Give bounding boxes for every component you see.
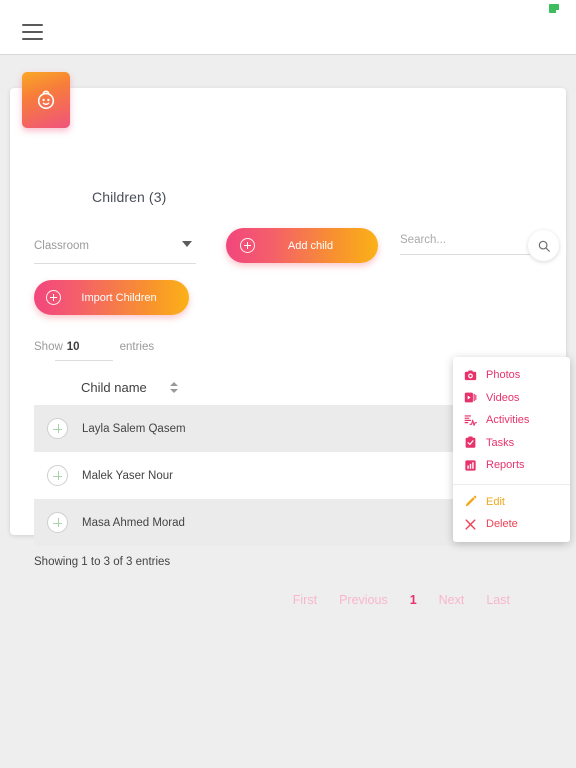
- menu-item-label: Delete: [486, 518, 518, 531]
- hamburger-menu-icon[interactable]: [22, 24, 43, 40]
- row-context-menu: Photos Videos Activities Tasks Reports E…: [453, 357, 570, 542]
- pagination-last[interactable]: Last: [486, 593, 510, 607]
- plus-circle-icon[interactable]: [47, 418, 68, 439]
- menu-item-label: Videos: [486, 391, 520, 404]
- pagination-next[interactable]: Next: [439, 593, 465, 607]
- menu-item-tasks[interactable]: Tasks: [453, 432, 570, 455]
- pagination: First Previous 1 Next Last: [190, 593, 510, 607]
- search-button[interactable]: [528, 230, 559, 261]
- entries-label: entries: [119, 341, 155, 353]
- hamburger-line: [22, 31, 43, 33]
- classroom-select[interactable]: Classroom: [34, 236, 196, 264]
- menu-item-edit[interactable]: Edit: [453, 491, 570, 514]
- avatar: [22, 72, 70, 128]
- plus-circle-icon[interactable]: [47, 512, 68, 533]
- hamburger-line: [22, 38, 43, 40]
- video-play-icon: [464, 391, 477, 404]
- pagination-first[interactable]: First: [293, 593, 317, 607]
- showing-entries-text: Showing 1 to 3 of 3 entries: [34, 556, 171, 568]
- add-child-button-label: Add child: [287, 239, 334, 252]
- page-size-value[interactable]: 10: [67, 341, 80, 353]
- pencil-icon: [464, 495, 477, 508]
- menu-item-delete[interactable]: Delete: [453, 513, 570, 536]
- activities-icon: [464, 414, 477, 427]
- sort-desc-arrow: [170, 389, 178, 393]
- child-name: Layla Salem Qasem: [82, 422, 186, 435]
- menu-item-reports[interactable]: Reports: [453, 454, 570, 477]
- add-child-button[interactable]: Add child: [226, 228, 378, 263]
- status-indicator-chip: [549, 4, 559, 13]
- menu-item-activities[interactable]: Activities: [453, 409, 570, 432]
- import-children-button-label: Import Children: [81, 291, 157, 304]
- column-header-child-name[interactable]: Child name: [81, 380, 147, 395]
- menu-item-label: Edit: [486, 495, 505, 508]
- pagination-previous[interactable]: Previous: [339, 593, 388, 607]
- menu-item-label: Reports: [486, 459, 525, 472]
- menu-item-label: Tasks: [486, 436, 515, 449]
- menu-item-label: Activities: [486, 414, 530, 427]
- show-label: Show: [34, 341, 63, 353]
- page-size-control[interactable]: Show 10 entries: [34, 341, 154, 353]
- hamburger-line: [22, 24, 43, 26]
- sort-asc-arrow: [170, 382, 178, 386]
- classroom-select-label: Classroom: [34, 240, 89, 252]
- bar-chart-icon: [464, 459, 477, 472]
- plus-circle-icon: [240, 238, 255, 253]
- child-name: Malek Yaser Nour: [82, 469, 173, 482]
- menu-item-videos[interactable]: Videos: [453, 387, 570, 410]
- page-size-underline: [55, 360, 113, 361]
- search-field-wrapper: [400, 230, 530, 255]
- child-face-icon: [37, 90, 55, 110]
- search-input[interactable]: [400, 234, 530, 255]
- sort-arrows-icon[interactable]: [170, 382, 178, 395]
- import-children-button[interactable]: Import Children: [34, 280, 189, 315]
- page-title: Children (3): [92, 189, 167, 205]
- child-name: Masa Ahmed Morad: [82, 516, 185, 529]
- menu-item-label: Photos: [486, 369, 521, 382]
- plus-circle-icon: [46, 290, 61, 305]
- close-x-icon: [464, 518, 477, 531]
- search-icon: [538, 240, 550, 252]
- menu-divider: [453, 483, 570, 485]
- clipboard-check-icon: [464, 436, 477, 449]
- menu-item-photos[interactable]: Photos: [453, 364, 570, 387]
- plus-circle-icon[interactable]: [47, 465, 68, 486]
- chevron-down-icon: [182, 241, 192, 247]
- camera-icon: [464, 369, 477, 382]
- pagination-page-1[interactable]: 1: [410, 593, 417, 607]
- top-app-bar: [0, 0, 576, 55]
